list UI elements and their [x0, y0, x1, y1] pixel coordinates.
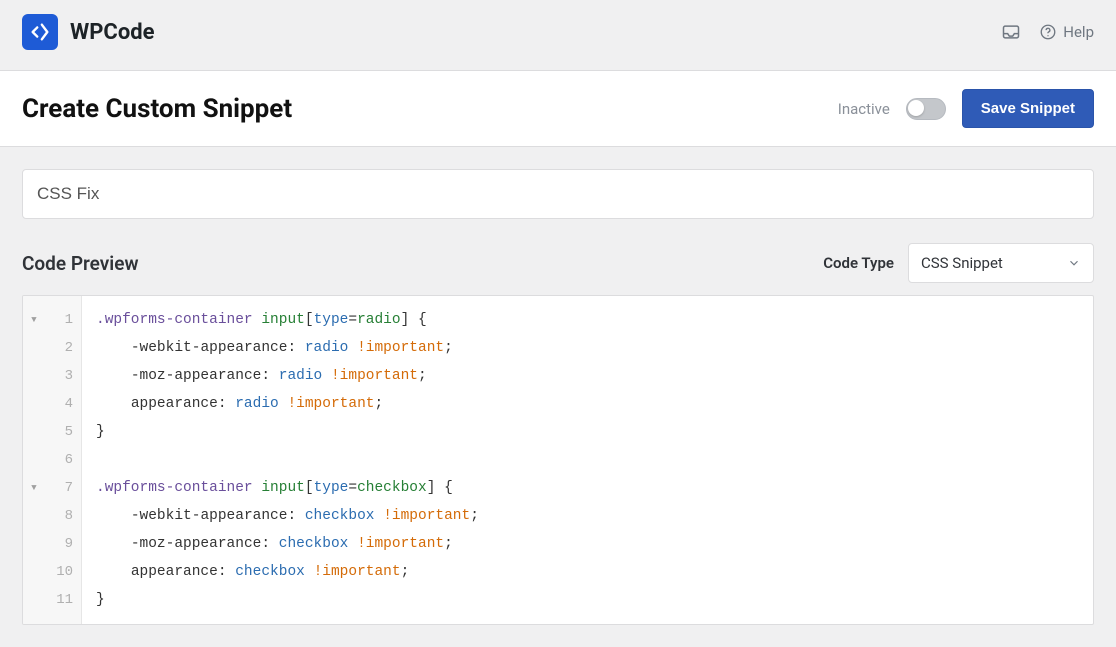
gutter-line: 9 — [29, 530, 73, 558]
code-line[interactable]: } — [96, 418, 1079, 446]
chevron-down-icon — [1067, 256, 1081, 270]
editor-code[interactable]: .wpforms-container input[type=radio] { -… — [82, 296, 1093, 624]
line-number: 8 — [65, 502, 73, 530]
editor-gutter: ▼123456▼7891011 — [23, 296, 82, 624]
top-strip: WPCode Help — [0, 0, 1116, 71]
preview-header-row: Code Preview Code Type CSS Snippet — [22, 243, 1094, 283]
top-actions: Help — [1001, 22, 1094, 42]
gutter-line: ▼7 — [29, 474, 73, 502]
snippet-title-input[interactable] — [22, 169, 1094, 219]
code-line[interactable]: -moz-appearance: radio !important; — [96, 362, 1079, 390]
code-preview-label: Code Preview — [22, 252, 138, 275]
gutter-line: 3 — [29, 362, 73, 390]
code-type-selected: CSS Snippet — [921, 254, 1003, 272]
fold-marker — [29, 502, 39, 530]
line-number: 10 — [56, 558, 73, 586]
line-number: 5 — [65, 418, 73, 446]
header-right: Inactive Save Snippet — [838, 89, 1094, 128]
page-title: Create Custom Snippet — [22, 94, 292, 124]
fold-marker: ▼ — [29, 474, 39, 502]
fold-marker — [29, 586, 39, 614]
code-type-select[interactable]: CSS Snippet — [908, 243, 1094, 283]
toggle-knob — [908, 100, 924, 116]
code-line[interactable]: .wpforms-container input[type=checkbox] … — [96, 474, 1079, 502]
gutter-line: 11 — [29, 586, 73, 614]
line-number: 1 — [65, 306, 73, 334]
brand-name: WPCode — [70, 20, 155, 45]
save-snippet-button[interactable]: Save Snippet — [962, 89, 1094, 128]
gutter-line: ▼1 — [29, 306, 73, 334]
brand-logo — [22, 14, 58, 50]
code-type: Code Type CSS Snippet — [823, 243, 1094, 283]
code-line[interactable]: } — [96, 586, 1079, 614]
code-line[interactable] — [96, 446, 1079, 474]
code-line[interactable]: -webkit-appearance: checkbox !important; — [96, 502, 1079, 530]
status-label: Inactive — [838, 100, 890, 118]
header-bar: Create Custom Snippet Inactive Save Snip… — [0, 71, 1116, 147]
line-number: 7 — [65, 474, 73, 502]
code-line[interactable]: appearance: radio !important; — [96, 390, 1079, 418]
fold-marker — [29, 390, 39, 418]
help-label: Help — [1063, 23, 1094, 41]
code-line[interactable]: .wpforms-container input[type=radio] { — [96, 306, 1079, 334]
gutter-line: 5 — [29, 418, 73, 446]
code-editor[interactable]: ▼123456▼7891011 .wpforms-container input… — [22, 295, 1094, 625]
line-number: 2 — [65, 334, 73, 362]
line-number: 4 — [65, 390, 73, 418]
code-line[interactable]: appearance: checkbox !important; — [96, 558, 1079, 586]
gutter-line: 6 — [29, 446, 73, 474]
fold-marker — [29, 362, 39, 390]
brand: WPCode — [22, 14, 155, 50]
code-line[interactable]: -webkit-appearance: radio !important; — [96, 334, 1079, 362]
fold-marker — [29, 558, 39, 586]
active-toggle[interactable] — [906, 98, 946, 120]
fold-marker — [29, 418, 39, 446]
gutter-line: 2 — [29, 334, 73, 362]
help-link[interactable]: Help — [1039, 23, 1094, 41]
fold-marker — [29, 530, 39, 558]
gutter-line: 4 — [29, 390, 73, 418]
fold-marker — [29, 334, 39, 362]
content: Code Preview Code Type CSS Snippet ▼1234… — [0, 147, 1116, 647]
gutter-line: 10 — [29, 558, 73, 586]
code-type-label: Code Type — [823, 254, 894, 272]
gutter-line: 8 — [29, 502, 73, 530]
line-number: 6 — [65, 446, 73, 474]
line-number: 9 — [65, 530, 73, 558]
fold-marker — [29, 446, 39, 474]
help-icon — [1039, 23, 1057, 41]
inbox-icon[interactable] — [1001, 22, 1021, 42]
code-line[interactable]: -moz-appearance: checkbox !important; — [96, 530, 1079, 558]
line-number: 11 — [56, 586, 73, 614]
fold-marker: ▼ — [29, 306, 39, 334]
line-number: 3 — [65, 362, 73, 390]
